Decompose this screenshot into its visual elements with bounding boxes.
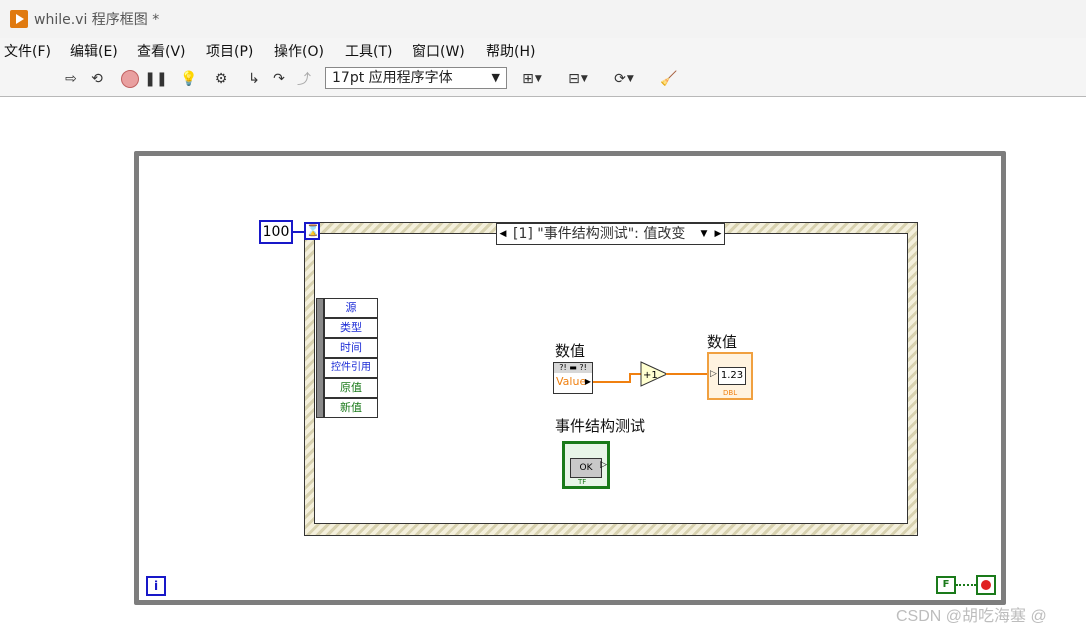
retain-wire-values-icon[interactable]: ⚙	[210, 68, 232, 90]
event-data-node[interactable]: 源 类型 时间 控件引用 原值 新值	[316, 298, 380, 420]
labview-app-icon	[10, 10, 28, 28]
property-value-label: Value	[556, 375, 587, 388]
event-field-control-ref: 控件引用	[324, 358, 378, 378]
menu-tools[interactable]: 工具(T)	[345, 41, 392, 61]
pause-icon[interactable]: ❚❚	[144, 68, 167, 90]
menu-project[interactable]: 项目(P)	[206, 41, 253, 61]
window-title: while.vi 程序框图 *	[34, 12, 160, 28]
abort-execution-icon[interactable]	[119, 68, 141, 90]
indicator-type: DBL	[723, 389, 738, 397]
distribute-objects-icon[interactable]: ⊟ ▼	[562, 68, 594, 90]
run-arrow-icon[interactable]: ⇨	[60, 68, 82, 90]
stop-dot	[981, 580, 991, 590]
increment-label: +1	[643, 370, 658, 381]
event-case-selector[interactable]: ◀ [1] "事件结构测试": 值改变 ▼ ▶	[496, 223, 725, 245]
boolean-control-terminal[interactable]: OK ▷ TF	[562, 441, 610, 489]
align-objects-icon[interactable]: ⊞ ▼	[516, 68, 548, 90]
iteration-terminal-icon[interactable]: i	[146, 576, 166, 596]
increment-function[interactable]: +1	[640, 361, 668, 387]
bool-control-label: 事件结构测试	[555, 417, 646, 435]
event-field-old-value: 原值	[324, 378, 378, 398]
input-terminal-icon: ▷	[710, 369, 717, 379]
event-field-type: 类型	[324, 318, 378, 338]
case-dropdown-icon[interactable]: ▼	[697, 224, 711, 244]
numeric-wire	[666, 373, 708, 375]
chevron-down-icon: ▼	[491, 71, 500, 84]
menu-operate[interactable]: 操作(O)	[274, 41, 324, 61]
highlight-execution-lightbulb-icon[interactable]: 💡	[178, 68, 200, 90]
clean-up-diagram-icon[interactable]: 🧹	[655, 68, 683, 90]
property-node-header: ?! ▬ ?!	[554, 363, 592, 373]
font-select-value: 17pt 应用程序字体	[332, 70, 453, 86]
stop-condition-icon[interactable]	[976, 575, 996, 595]
run-continuously-icon[interactable]: ⟲	[86, 68, 108, 90]
timeout-hourglass-icon[interactable]: ⌛	[304, 222, 320, 240]
output-terminal-icon: ▶	[584, 377, 591, 386]
reorder-icon[interactable]: ⟳ ▼	[608, 68, 640, 90]
event-field-new-value: 新值	[324, 398, 378, 418]
timeout-constant[interactable]: 100	[259, 220, 293, 244]
ok-button-glyph: OK	[570, 458, 602, 478]
boolean-wire	[956, 584, 976, 586]
output-terminal-icon: ▷	[600, 460, 607, 470]
menu-window[interactable]: 窗口(W)	[412, 41, 465, 61]
menu-help[interactable]: 帮助(H)	[486, 41, 535, 61]
toolbar: ⇨ ⟲ ❚❚ 💡 ⚙ ↳ ↷ ⤴ 17pt 应用程序字体 ▼ ⊞ ▼ ⊟ ▼ ⟳ ▼ …	[0, 62, 1086, 97]
title-bar: while.vi 程序框图 *	[0, 0, 1086, 38]
prev-case-icon[interactable]: ◀	[497, 224, 509, 244]
step-out-icon[interactable]: ⤴	[293, 68, 315, 90]
event-field-source: 源	[324, 298, 378, 318]
numeric-wire	[629, 374, 631, 383]
event-field-time: 时间	[324, 338, 378, 358]
menu-view[interactable]: 查看(V)	[137, 41, 186, 61]
num-control-label: 数值	[555, 342, 586, 360]
menu-bar: 文件(F) 编辑(E) 查看(V) 项目(P) 操作(O) 工具(T) 窗口(W…	[0, 38, 1086, 62]
num-indicator-label: 数值	[707, 333, 738, 351]
menu-file[interactable]: 文件(F)	[4, 41, 51, 61]
event-case-label: [1] "事件结构测试": 值改变	[513, 226, 686, 242]
menu-edit[interactable]: 编辑(E)	[70, 41, 118, 61]
boolean-type: TF	[578, 478, 587, 486]
event-data-node-handle	[316, 298, 324, 418]
next-case-icon[interactable]: ▶	[712, 224, 724, 244]
font-select[interactable]: 17pt 应用程序字体 ▼	[325, 67, 507, 89]
false-constant[interactable]: F	[936, 576, 956, 594]
indicator-value: 1.23	[718, 367, 746, 385]
numeric-wire	[593, 381, 631, 383]
numeric-property-node[interactable]: ?! ▬ ?! Value ▶	[553, 362, 593, 394]
step-over-icon[interactable]: ↷	[268, 68, 290, 90]
event-structure-case-area	[314, 233, 908, 524]
numeric-indicator-terminal[interactable]: ▷ 1.23 DBL	[707, 352, 753, 400]
watermark: CSDN @胡吃海塞 @	[896, 608, 1047, 625]
step-into-icon[interactable]: ↳	[243, 68, 265, 90]
